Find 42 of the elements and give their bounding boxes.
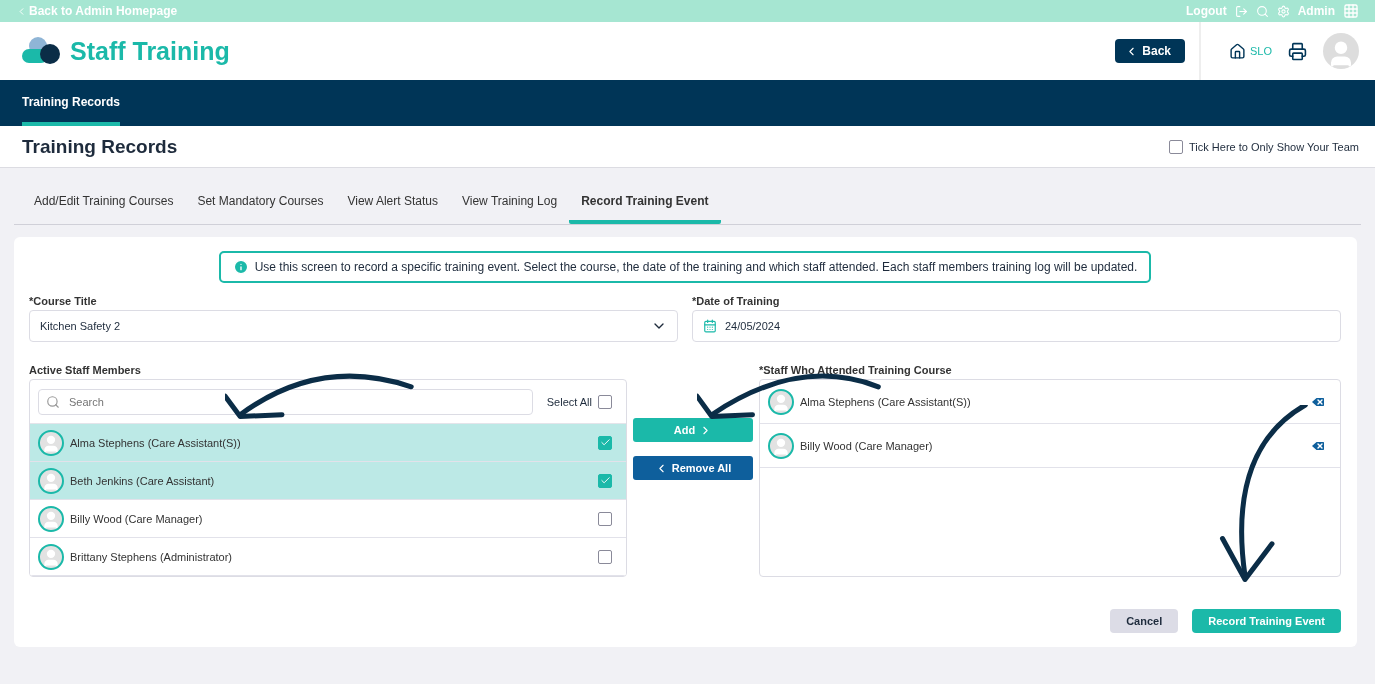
staff-checkbox[interactable] [598, 511, 612, 526]
tab[interactable]: Add/Edit Training Courses [22, 180, 186, 224]
search-field[interactable]: Search [38, 388, 533, 415]
print-icon[interactable] [1288, 41, 1307, 61]
info-icon [232, 259, 249, 275]
attended-row: Alma Stephens (Care Assistant(S)) [760, 380, 1340, 424]
staff-row[interactable]: Beth Jenkins (Care Assistant) [30, 462, 626, 500]
list-label: Active Staff Members [29, 364, 142, 376]
course-select[interactable]: Kitchen Safety 2 [29, 310, 678, 342]
select-all-label: Select All [546, 395, 592, 408]
staff-checkbox[interactable] [598, 435, 612, 450]
tab[interactable]: Set Mandatory Courses [185, 180, 336, 224]
team-filter-checkbox[interactable] [1169, 139, 1184, 154]
avatar-icon [38, 543, 64, 570]
logo-icon [20, 35, 62, 67]
calendar-icon [703, 319, 717, 333]
staff-checkbox[interactable] [598, 473, 612, 488]
cancel-button[interactable]: Cancel [1110, 609, 1179, 633]
avatar-icon [768, 388, 794, 415]
attended-row: Billy Wood (Care Manager) [760, 424, 1340, 468]
app-title: Staff Training [70, 36, 230, 66]
tab[interactable]: Record Training Event [569, 180, 721, 224]
page-title: Training Records [22, 135, 178, 158]
avatar-icon [768, 432, 794, 459]
team-filter-label: Tick Here to Only Show Your Team [1189, 140, 1359, 153]
list-label: *Staff Who Attended Training Course [759, 364, 953, 376]
staff-checkbox[interactable] [598, 549, 612, 564]
avatar-icon [38, 467, 64, 494]
date-field[interactable]: 24/05/2024 [692, 310, 1341, 342]
select-all-checkbox[interactable] [598, 394, 612, 409]
back-button[interactable]: Back [1115, 39, 1185, 63]
tab[interactable]: View Training Log [449, 180, 570, 224]
avatar-icon [38, 429, 64, 456]
home-icon [1229, 42, 1246, 60]
search-icon [46, 394, 60, 409]
field-label: *Date of Training [692, 295, 781, 307]
field-label: *Course Title [29, 295, 98, 307]
staff-row[interactable]: Alma Stephens (Care Assistant(S)) [30, 424, 626, 462]
tab[interactable]: View Alert Status [335, 180, 450, 224]
remove-all-button[interactable]: Remove All [633, 456, 753, 480]
info-message: Use this screen to record a specific training event. Select the course, the date of the training and which staff attended. Each staff members training log will be updated. [254, 260, 1138, 274]
avatar-icon [38, 505, 64, 532]
